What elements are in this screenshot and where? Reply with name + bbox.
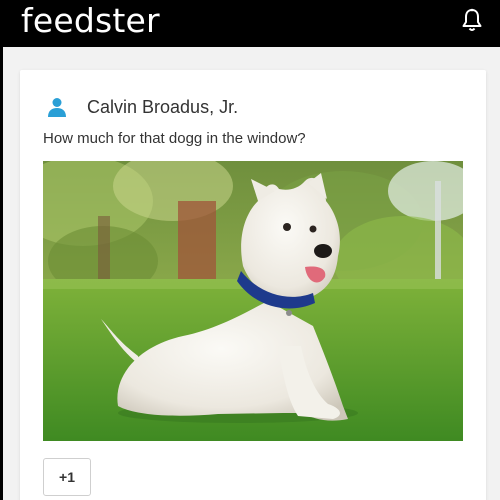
bell-icon[interactable] bbox=[461, 8, 483, 32]
left-edge bbox=[0, 47, 3, 500]
post-text: How much for that dogg in the window? bbox=[43, 130, 306, 147]
user-icon bbox=[48, 98, 66, 117]
plus-one-button[interactable]: +1 bbox=[43, 458, 91, 496]
post-author[interactable]: Calvin Broadus, Jr. bbox=[87, 97, 238, 118]
top-bar: feedster bbox=[0, 0, 500, 47]
brand-logo[interactable]: feedster bbox=[21, 1, 160, 40]
post-card: Calvin Broadus, Jr. How much for that do… bbox=[20, 70, 486, 500]
post-image bbox=[43, 161, 463, 441]
